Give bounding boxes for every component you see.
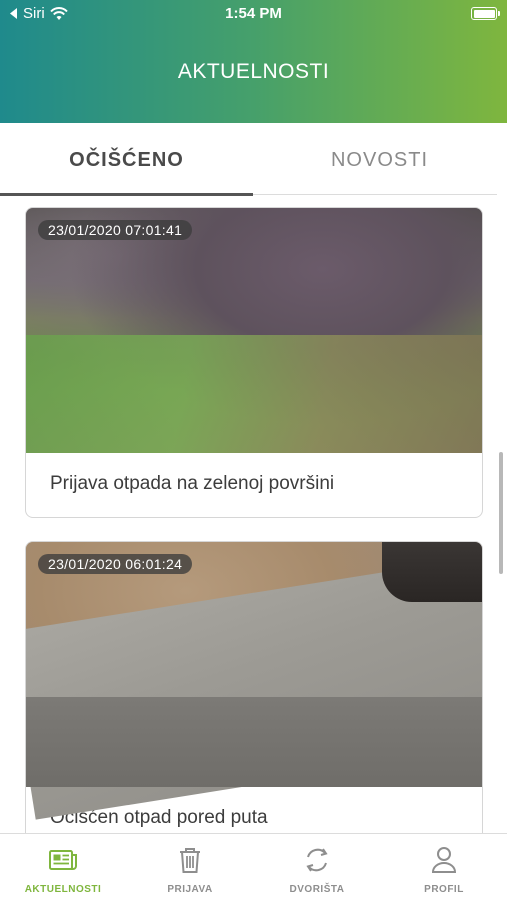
segment-tabs: OČIŠĆENO NOVOSTI	[0, 123, 507, 197]
tabbar-item-dvorista[interactable]: DVORIŠTA	[254, 834, 380, 901]
app-header: Siri 1:54 PM AKTUELNOSTI	[0, 0, 507, 123]
tab-novosti[interactable]: NOVOSTI	[253, 123, 506, 197]
status-bar: Siri 1:54 PM	[0, 0, 507, 28]
tabbar-item-prijava[interactable]: PRIJAVA	[127, 834, 253, 901]
timestamp-badge: 23/01/2020 06:01:24	[38, 554, 193, 574]
feed-list[interactable]: 23/01/2020 07:01:41 Prijava otpada na ze…	[0, 197, 507, 833]
feed-caption: Prijava otpada na zelenoj površini	[50, 473, 335, 494]
trash-icon	[180, 848, 200, 873]
tabbar-label: DVORIŠTA	[289, 884, 345, 895]
newspaper-icon	[49, 850, 77, 870]
tabbar-item-aktuelnosti[interactable]: AKTUELNOSTI	[0, 834, 126, 901]
feed-card[interactable]: 23/01/2020 06:01:24 Očišćen otpad pored …	[25, 541, 483, 833]
feed-card[interactable]: 23/01/2020 07:01:41 Prijava otpada na ze…	[25, 207, 483, 518]
tabbar-label: PRIJAVA	[167, 884, 213, 895]
tabbar-item-profil[interactable]: PROFIL	[381, 834, 507, 901]
battery-icon	[471, 7, 500, 20]
refresh-cycle-icon	[306, 848, 328, 872]
active-tab-indicator	[0, 193, 253, 196]
feed-photo: 23/01/2020 07:01:41	[26, 208, 482, 453]
status-time: 1:54 PM	[225, 5, 282, 22]
person-icon	[431, 847, 457, 873]
timestamp-badge: 23/01/2020 07:01:41	[38, 220, 193, 240]
bottom-tab-bar: AKTUELNOSTI PRIJAVA DVORIŠTA PROFIL	[0, 833, 507, 900]
tabbar-label: AKTUELNOSTI	[24, 884, 102, 895]
tab-divider	[253, 194, 497, 195]
feed-photo: 23/01/2020 06:01:24	[26, 542, 482, 820]
page-title: AKTUELNOSTI	[177, 60, 330, 83]
tab-ocisceno[interactable]: OČIŠĆENO	[0, 123, 253, 197]
scrollbar[interactable]	[499, 452, 503, 574]
tabbar-label: PROFIL	[424, 884, 464, 895]
